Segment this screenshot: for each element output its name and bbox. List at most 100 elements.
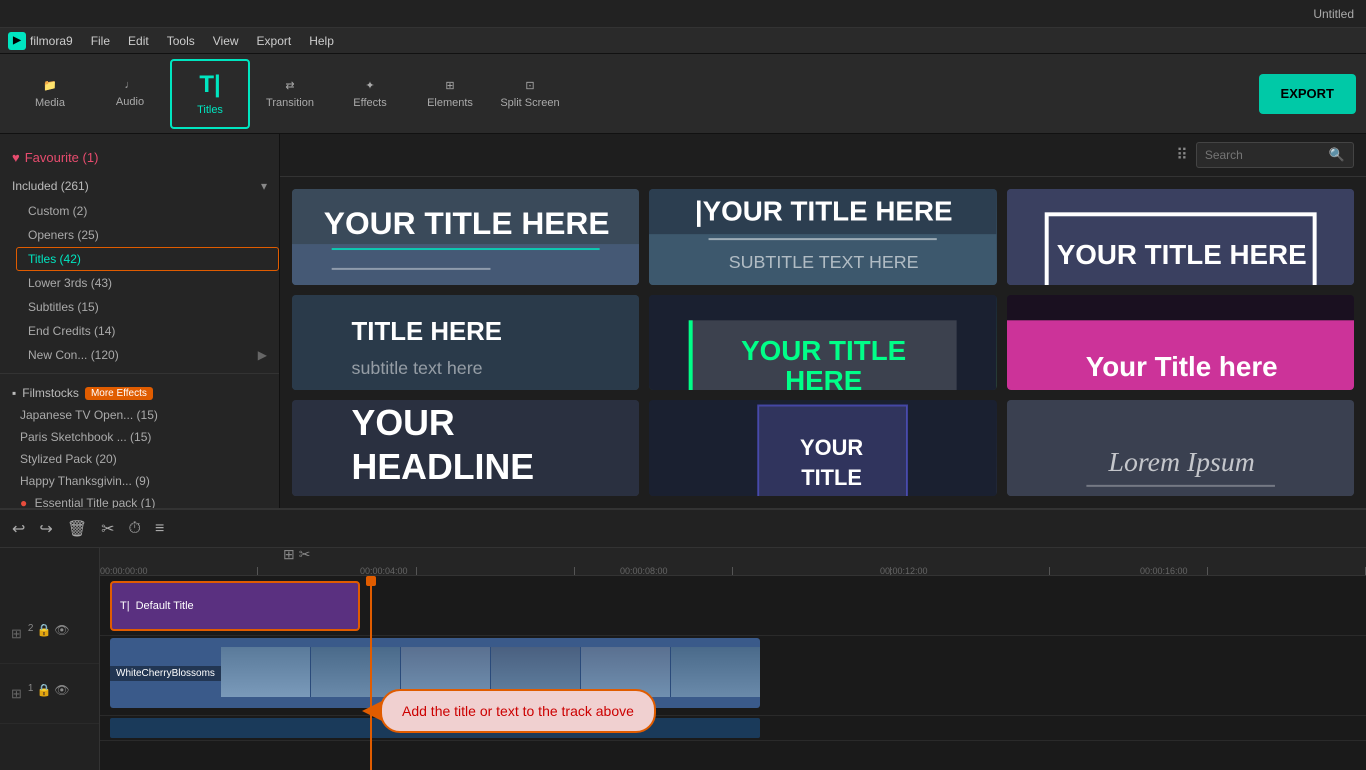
title-thumb-7: YOUR TITLE HERE — [649, 400, 996, 496]
export-button[interactable]: EXPORT — [1259, 74, 1356, 114]
track-row-1: WhiteCherryBlossoms — [100, 636, 1366, 716]
toolbar-elements[interactable]: ⊞ Elements — [410, 59, 490, 129]
grid-view-icon[interactable]: ⠿ — [1176, 145, 1188, 165]
sidebar: ♥ Favourite (1) Included (261) ▾ Custom … — [0, 134, 280, 508]
title-card-3[interactable]: TITLE HERE subtitle text here Title 3 — [292, 295, 639, 391]
main-area: ♥ Favourite (1) Included (261) ▾ Custom … — [0, 134, 1366, 508]
search-input[interactable] — [1205, 148, 1325, 162]
svg-text:HERE: HERE — [785, 364, 862, 390]
dot-icon: ● — [20, 496, 27, 508]
title-card-4[interactable]: YOUR TITLE HERE Title 4 — [649, 295, 996, 391]
title-card-7[interactable]: YOUR TITLE HERE — [649, 400, 996, 496]
content-panel: ⠿ 🔍 YOUR TITLE HERE — [280, 134, 1366, 508]
audio-icon: ♩ — [125, 79, 136, 91]
cut-button[interactable]: ✂ — [101, 519, 114, 539]
filmstocks-header[interactable]: ▪ Filmstocks More Effects — [12, 382, 267, 404]
svg-text:SUBTITLE TEXT HERE: SUBTITLE TEXT HERE — [729, 252, 919, 272]
title-card-5[interactable]: Your Title here YOUR TITLE HERE Title 5 — [1007, 295, 1354, 391]
title-clip-label: Default Title — [136, 600, 194, 612]
svg-text:|YOUR TITLE HERE: |YOUR TITLE HERE — [695, 195, 953, 226]
toolbar-titles[interactable]: T| Titles — [170, 59, 250, 129]
menu-file[interactable]: File — [91, 34, 110, 48]
toolbar-audio[interactable]: ♩ Audio — [90, 59, 170, 129]
svg-text:YOUR: YOUR — [800, 435, 863, 460]
chevron-down-icon: ▾ — [261, 179, 267, 193]
svg-text:YOUR TITLE HERE: YOUR TITLE HERE — [324, 205, 610, 241]
scissors-icon[interactable]: ✂ — [299, 546, 311, 563]
title-thumb-8: Lorem Ipsum — [1007, 400, 1354, 496]
included-section-header[interactable]: Included (261) ▾ — [0, 173, 279, 199]
title-thumb-4: YOUR TITLE HERE — [649, 295, 996, 391]
sidebar-item-custom[interactable]: Custom (2) — [16, 199, 279, 223]
more-effects-badge[interactable]: More Effects — [85, 387, 153, 400]
svg-text:YOUR TITLE HERE: YOUR TITLE HERE — [1056, 239, 1306, 270]
search-icon: 🔍 — [1329, 147, 1345, 163]
eye-icon-1[interactable]: 👁 — [54, 683, 69, 705]
menu-tools[interactable]: Tools — [167, 34, 195, 48]
title-card-2[interactable]: YOUR TITLE HERE SUBTITLE Title 2 — [1007, 189, 1354, 285]
favourite-item[interactable]: ♥ Favourite (1) — [0, 142, 279, 173]
sidebar-item-openers[interactable]: Openers (25) — [16, 223, 279, 247]
toolbar-split-screen[interactable]: ⊡ Split Screen — [490, 59, 570, 129]
menu-export[interactable]: Export — [257, 34, 292, 48]
svg-text:Lorem Ipsum: Lorem Ipsum — [1107, 447, 1254, 478]
svg-text:YOUR TITLE: YOUR TITLE — [741, 335, 906, 366]
svg-text:TITLE: TITLE — [802, 465, 863, 490]
svg-text:HERE: HERE — [802, 495, 863, 496]
menu-view[interactable]: View — [213, 34, 239, 48]
delete-button[interactable]: 🗑 — [67, 519, 87, 539]
sidebar-item-new-content[interactable]: New Con... (120) ▶ — [16, 343, 279, 367]
svg-text:HEADLINE: HEADLINE — [352, 447, 535, 487]
svg-text:Your Title here: Your Title here — [1085, 351, 1277, 382]
filmstocks-label: Filmstocks — [22, 386, 79, 400]
history-button[interactable]: ⏱ — [129, 520, 141, 538]
sidebar-item-end-credits[interactable]: End Credits (14) — [16, 319, 279, 343]
title-thumb-5: Your Title here YOUR TITLE HERE — [1007, 295, 1354, 391]
toolbar-transition-label: Transition — [266, 97, 314, 109]
track-row-2: T| Default Title — [100, 576, 1366, 636]
track-row-audio — [100, 716, 1366, 741]
toolbar-media[interactable]: 📁 Media — [10, 59, 90, 129]
title-bar: Untitled — [0, 0, 1366, 28]
menu-edit[interactable]: Edit — [128, 34, 149, 48]
title-card-default[interactable]: YOUR TITLE HERE Default Title — [292, 189, 639, 285]
svg-text:TITLE HERE: TITLE HERE — [352, 318, 503, 346]
sidebar-item-stylized-pack[interactable]: Stylized Pack (20) — [12, 448, 267, 470]
sidebar-item-paris-sketchbook[interactable]: Paris Sketchbook ... (15) — [12, 426, 267, 448]
title-card-8[interactable]: Lorem Ipsum — [1007, 400, 1354, 496]
toolbar: 📁 Media ♩ Audio T| Titles ⇄ Transition ✦… — [0, 54, 1366, 134]
transition-icon: ⇄ — [285, 79, 294, 92]
title-clip[interactable]: T| Default Title — [110, 581, 360, 631]
settings-button[interactable]: ≡ — [155, 520, 164, 538]
menu-help[interactable]: Help — [309, 34, 334, 48]
lock-icon-1[interactable]: 🔒 — [36, 683, 51, 705]
sidebar-item-titles[interactable]: Titles (42) — [16, 247, 279, 271]
sidebar-item-subtitles[interactable]: Subtitles (15) — [16, 295, 279, 319]
sidebar-item-happy-thanksgiving[interactable]: Happy Thanksgivin... (9) — [12, 470, 267, 492]
search-bar: ⠿ 🔍 — [280, 134, 1366, 177]
svg-text:subtitle text here: subtitle text here — [352, 358, 483, 378]
title-thumb-1: |YOUR TITLE HERE SUBTITLE TEXT HERE — [649, 189, 996, 285]
undo-button[interactable]: ↩ — [12, 519, 25, 539]
sidebar-item-lower3rds[interactable]: Lower 3rds (43) — [16, 271, 279, 295]
playhead[interactable] — [370, 576, 372, 770]
track-label-2: ⊞ 2 🔒 👁 — [0, 604, 99, 664]
timeline-section: ↩ ↪ 🗑 ✂ ⏱ ≡ ⊞ 2 🔒 👁 ⊞ 1 — [0, 508, 1366, 768]
lock-icon-2[interactable]: 🔒 — [36, 623, 51, 645]
redo-button[interactable]: ↪ — [39, 519, 52, 539]
app-logo: ▶ filmora9 — [8, 32, 73, 50]
sidebar-item-japanese-tv[interactable]: Japanese TV Open... (15) — [12, 404, 267, 426]
title-card-6[interactable]: YOUR HEADLINE HERE — [292, 400, 639, 496]
title-card-1[interactable]: |YOUR TITLE HERE SUBTITLE TEXT HERE Titl… — [649, 189, 996, 285]
toolbar-effects[interactable]: ✦ Effects — [330, 59, 410, 129]
sidebar-item-essential-title-pack[interactable]: ● Essential Title pack (1) — [12, 492, 267, 508]
elements-icon: ⊞ — [445, 79, 454, 92]
titles-icon: T| — [199, 71, 220, 99]
add-track-icon[interactable]: ⊞ — [283, 546, 295, 563]
toolbar-transition[interactable]: ⇄ Transition — [250, 59, 330, 129]
eye-icon-2[interactable]: 👁 — [54, 623, 69, 645]
title-thumb-default: YOUR TITLE HERE — [292, 189, 639, 285]
sub-items-list: Custom (2) Openers (25) Titles (42) Lowe… — [0, 199, 279, 367]
hint-arrow — [362, 701, 382, 721]
hint-text: Add the title or text to the track above — [402, 703, 634, 719]
